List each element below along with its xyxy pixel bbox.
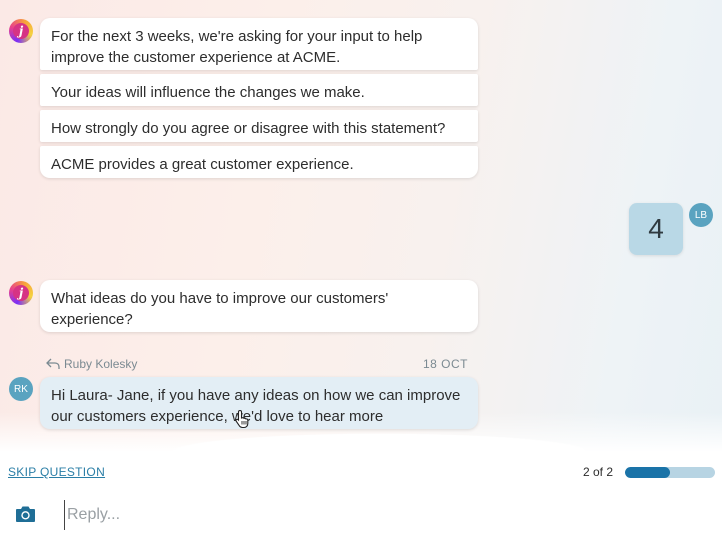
bot-message-influence: Your ideas will influence the changes we… (40, 74, 478, 106)
bot-avatar: j (9, 19, 33, 43)
reply-message: Hi Laura- Jane, if you have any ideas on… (40, 377, 478, 429)
bot-message-question: How strongly do you agree or disagree wi… (40, 110, 478, 142)
reply-author-avatar: RK (9, 377, 33, 401)
bot-avatar-letter: j (13, 285, 29, 301)
bot-avatar: j (9, 281, 33, 305)
reply-author-name: Ruby Kolesky (64, 357, 138, 371)
progress-bar-fill (625, 467, 670, 478)
reply-input[interactable] (64, 500, 704, 530)
reply-date: 18 OCT (422, 357, 468, 371)
bot-message-ideas-question: What ideas do you have to improve our cu… (40, 280, 478, 332)
reply-arrow-icon (46, 358, 60, 369)
user-answer-bubble: 4 (629, 203, 683, 255)
bot-avatar-letter: j (13, 23, 29, 39)
bot-message-statement: ACME provides a great customer experienc… (40, 146, 478, 178)
skip-question-link[interactable]: SKIP QUESTION (8, 465, 105, 479)
progress-label: 2 of 2 (583, 465, 614, 479)
hand-cursor-icon (235, 409, 249, 429)
progress-bar (625, 467, 715, 478)
reply-meta: Ruby Kolesky 18 OCT (46, 357, 468, 373)
reply-author: Ruby Kolesky (46, 357, 137, 371)
camera-icon[interactable] (15, 505, 36, 523)
user-avatar: LB (689, 203, 713, 227)
bot-message-intro: For the next 3 weeks, we're asking for y… (40, 18, 478, 70)
